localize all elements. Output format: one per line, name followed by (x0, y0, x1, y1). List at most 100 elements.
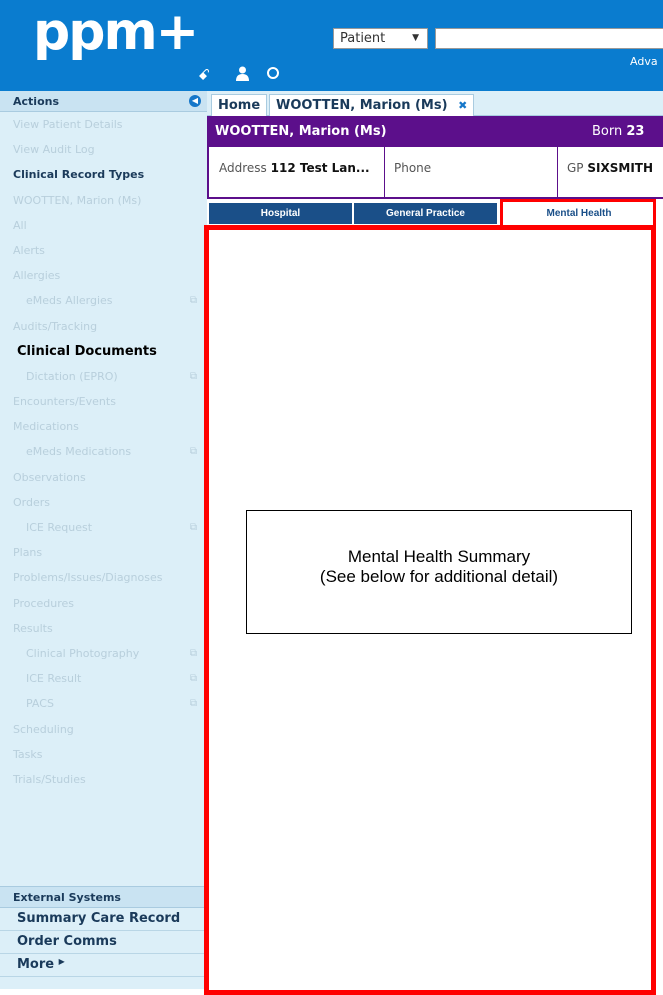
external-link-icon: ⧉ (189, 370, 197, 382)
user-icon[interactable] (235, 66, 250, 85)
tab-patient-label: WOOTTEN, Marion (Ms) (276, 98, 448, 113)
sidebar-item-label: PACS (26, 697, 54, 711)
sidebar-item-dictation-epro[interactable]: Dictation (EPRO) ⧉ (0, 364, 207, 389)
phone-label: Phone (394, 161, 432, 175)
sidebar-item-label: Dictation (EPRO) (26, 369, 118, 383)
phone-cell: Phone (384, 147, 431, 197)
sidebar-item-label: View Patient Details (13, 118, 123, 131)
summary-title: Mental Health Summary (347, 547, 531, 566)
sidebar-item-alerts[interactable]: Alerts (0, 238, 207, 263)
sidebar-item-problems-issues-diagnoses[interactable]: Problems/Issues/Diagnoses (0, 565, 207, 590)
sidebar-item-label: Clinical Photography (26, 646, 140, 660)
advanced-search-link[interactable]: Adva (630, 55, 658, 68)
sidebar-item-medications[interactable]: Medications (0, 414, 207, 439)
sidebar-item-audits-tracking[interactable]: Audits/Tracking (0, 314, 207, 339)
sidebar-title: Actions (13, 95, 59, 108)
annotation-highlight-tab (500, 199, 656, 229)
sidebar-item-label: Problems/Issues/Diagnoses (13, 571, 163, 585)
born-value: 23 (626, 124, 645, 139)
refresh-icon[interactable] (266, 66, 280, 84)
close-icon[interactable]: ✖ (458, 99, 467, 112)
sidebar-item-clinical-documents[interactable]: Clinical Documents (0, 339, 207, 364)
patient-name: WOOTTEN, Marion (Ms) (215, 124, 387, 139)
tab-home[interactable]: Home (211, 94, 268, 116)
external-link-icon: ⧉ (189, 673, 197, 685)
sidebar-item-procedures[interactable]: Procedures (0, 591, 207, 616)
sidebar-item-ice-result[interactable]: ICE Result ⧉ (0, 666, 207, 691)
sidebar-item-label: Orders (13, 495, 50, 509)
sidebar-item-label: Procedures (13, 596, 74, 610)
app-header: ppm+ Patient ▼ Adva ꗃ (0, 0, 663, 91)
sidebar-item-label: eMeds Allergies (26, 294, 113, 308)
search-type-value: Patient (340, 31, 386, 46)
gp-cell: GP SIXSMITH (557, 147, 653, 197)
sidebar-item-label: Results (13, 621, 53, 635)
sidebar: Actions ◀ View Patient Details View Audit… (0, 91, 207, 989)
sidebar-item-observations[interactable]: Observations (0, 465, 207, 490)
external-systems: External Systems Summary Care Record Ord… (0, 886, 207, 977)
more-menu[interactable]: More ▶ (0, 954, 207, 977)
sidebar-item-clinical-record-types: Clinical Record Types (0, 162, 207, 187)
sidebar-item-emeds-allergies[interactable]: eMeds Allergies ⧉ (0, 288, 207, 313)
sidebar-item-label: Allergies (13, 269, 61, 283)
sidebar-item-emeds-medications[interactable]: eMeds Medications ⧉ (0, 439, 207, 464)
app-logo[interactable]: ppm+ (33, 4, 199, 60)
tab-home-label: Home (218, 98, 261, 113)
sidebar-item-label: Clinical Record Types (13, 168, 145, 182)
patient-demographics: Address 112 Test Lan... Phone GP SIXSMIT… (207, 147, 663, 199)
sidebar-item-label: Trials/Studies (13, 772, 86, 786)
sidebar-item-label: ICE Request (26, 521, 93, 534)
sidebar-item-label: WOOTTEN, Marion (Ms) (13, 193, 142, 207)
sidebar-item-label: Encounters/Events (13, 395, 116, 409)
address-label: Address (219, 161, 267, 175)
sitemap-icon[interactable]: ꗃ (198, 66, 210, 84)
sidebar-item-label: Observations (13, 470, 86, 484)
sidebar-item-encounters-events[interactable]: Encounters/Events (0, 389, 207, 414)
patient-banner: WOOTTEN, Marion (Ms) Born 23 (207, 116, 663, 147)
gp-label: GP (567, 161, 584, 175)
sidebar-item-wootten-marion-ms[interactable]: WOOTTEN, Marion (Ms) (0, 188, 207, 213)
sidebar-item-label: Medications (13, 420, 79, 434)
tab-patient[interactable]: WOOTTEN, Marion (Ms) ✖ (269, 94, 475, 116)
gp-value: SIXSMITH (587, 161, 654, 175)
sidebar-item-label: ICE Result (26, 672, 82, 686)
sidebar-item-label: Plans (13, 546, 43, 560)
sidebar-item-view-patient-details[interactable]: View Patient Details (0, 112, 207, 137)
external-link-icon: ⧉ (189, 295, 197, 307)
sidebar-item-all[interactable]: All (0, 213, 207, 238)
address-value: 112 Test Lan... (270, 161, 370, 175)
external-link-icon: ⧉ (189, 522, 197, 533)
sidebar-item-results[interactable]: Results (0, 616, 207, 641)
external-link-icon: ⧉ (189, 698, 197, 710)
sidebar-item-orders[interactable]: Orders (0, 490, 207, 515)
patient-born: Born 23 (592, 124, 644, 139)
sidebar-item-view-audit-log[interactable]: View Audit Log (0, 137, 207, 162)
order-comms-link[interactable]: Order Comms (0, 931, 207, 954)
subtab-general-practice[interactable]: General Practice (354, 203, 497, 224)
more-label: More (17, 957, 55, 972)
sidebar-item-pacs[interactable]: PACS ⧉ (0, 691, 207, 716)
address-cell: Address 112 Test Lan... (209, 147, 370, 197)
sidebar-item-trials-studies[interactable]: Trials/Studies (0, 767, 207, 792)
subtab-hospital[interactable]: Hospital (209, 203, 352, 224)
summary-care-record-link[interactable]: Summary Care Record (0, 908, 207, 931)
sidebar-item-label: Scheduling (13, 722, 74, 736)
sidebar-item-label: Tasks (13, 747, 43, 761)
search-type-select[interactable]: Patient ▼ (333, 28, 428, 49)
sidebar-item-label: Alerts (13, 243, 45, 257)
sidebar-item-label: Clinical Documents (17, 343, 157, 359)
sidebar-item-label: All (13, 218, 27, 232)
sidebar-item-clinical-photography[interactable]: Clinical Photography ⧉ (0, 641, 207, 666)
external-link-icon: ⧉ (189, 446, 197, 458)
search-input[interactable] (435, 28, 663, 49)
external-systems-header: External Systems (0, 886, 207, 908)
sidebar-item-ice-request[interactable]: ICE Request ⧉ (0, 515, 207, 540)
born-label: Born (592, 124, 623, 139)
collapse-icon[interactable]: ◀ (189, 95, 201, 107)
sidebar-item-plans[interactable]: Plans (0, 540, 207, 565)
chevron-right-icon: ▶ (58, 957, 65, 966)
chevron-down-icon: ▼ (412, 33, 419, 43)
sidebar-item-scheduling[interactable]: Scheduling (0, 717, 207, 742)
sidebar-item-allergies[interactable]: Allergies (0, 263, 207, 288)
sidebar-item-tasks[interactable]: Tasks (0, 742, 207, 767)
